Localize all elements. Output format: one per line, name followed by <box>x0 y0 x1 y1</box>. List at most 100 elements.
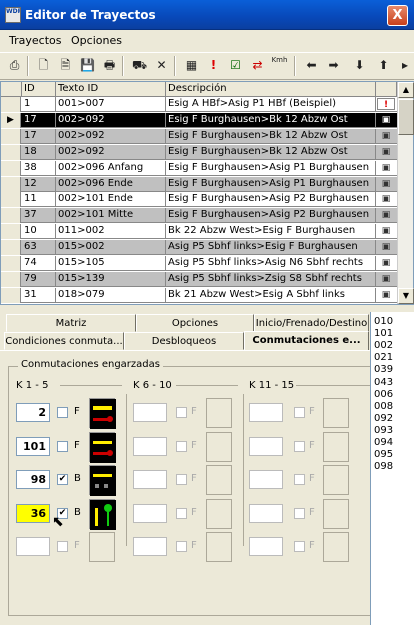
engarzada-checkbox[interactable] <box>57 541 68 552</box>
scroll-up-button[interactable]: ▲ <box>398 82 414 98</box>
engarzada-checkbox[interactable] <box>294 407 305 418</box>
table-row[interactable]: ▶ 17 002>092 Esig F Burghausen>Bk 12 Abzw O… <box>1 112 397 128</box>
route-number-field[interactable] <box>249 403 283 422</box>
scroll-down-button[interactable]: ▼ <box>398 288 414 304</box>
side-list-item[interactable]: 092 <box>374 413 393 425</box>
row-indicator[interactable] <box>1 97 21 112</box>
row-indicator[interactable] <box>1 271 21 287</box>
table-row[interactable]: 18 002>092 Esig F Burghausen>Bk 12 Abzw Os… <box>1 144 397 160</box>
tab-conmutaciones-engarzadas[interactable]: Conmutaciones e... <box>244 331 369 351</box>
menu-trayectos[interactable]: Trayectos <box>9 34 61 47</box>
table-scrollbar[interactable]: ▲ ▼ <box>397 82 414 304</box>
tab-opciones[interactable]: Opciones <box>136 314 254 332</box>
grid-icon[interactable]: ▦ <box>182 56 201 75</box>
table-row[interactable]: 37 002>101 Mitte Esig F Burghausen>Asig P2… <box>1 208 397 224</box>
tab-desbloqueos[interactable]: Desbloqueos <box>124 332 244 350</box>
side-list-item[interactable]: 021 <box>374 352 393 364</box>
scroll-thumb[interactable] <box>398 99 414 135</box>
header-id[interactable]: ID <box>22 82 56 97</box>
header-descripcion[interactable]: Descripción <box>166 82 376 97</box>
route-number-field[interactable] <box>16 537 50 556</box>
side-list-item[interactable]: 101 <box>374 328 393 340</box>
row-indicator[interactable] <box>1 192 21 208</box>
route-number-field[interactable] <box>249 470 283 489</box>
table-row[interactable]: 17 002>092 Esig F Burghausen>Bk 12 Abzw Os… <box>1 128 397 144</box>
menu-opciones[interactable]: Opciones <box>71 34 122 47</box>
route-number-field[interactable]: 36 <box>16 503 50 523</box>
route-icon[interactable]: ⛟ <box>130 56 149 75</box>
route-number-field[interactable] <box>133 537 167 556</box>
row-indicator[interactable] <box>1 144 21 160</box>
side-list-item[interactable]: 043 <box>374 377 393 389</box>
left-arrow-icon[interactable]: ⬅ <box>302 56 321 75</box>
route-number-field[interactable] <box>133 470 167 489</box>
save-icon[interactable]: 💾 <box>78 56 97 75</box>
route-number-field[interactable] <box>133 503 167 523</box>
table-row[interactable]: 31 018>079 Bk 21 Abzw West>Esig A Sbhf lin… <box>1 287 397 303</box>
row-indicator[interactable]: ▶ <box>1 112 21 128</box>
row-indicator[interactable] <box>1 256 21 271</box>
side-list-item[interactable]: 010 <box>374 316 393 328</box>
engarzada-checkbox[interactable] <box>57 440 68 452</box>
route-number-field[interactable] <box>249 436 283 456</box>
side-list-item[interactable]: 008 <box>374 401 393 413</box>
checklist-icon[interactable]: ☑ <box>226 56 245 75</box>
route-number-field[interactable] <box>249 503 283 523</box>
side-list-item[interactable]: 094 <box>374 437 393 449</box>
table-row[interactable]: 12 002>096 Ende Esig F Burghausen>Asig P1 … <box>1 176 397 192</box>
side-list-item[interactable]: 098 <box>374 461 393 473</box>
side-list-item[interactable]: 006 <box>374 389 393 401</box>
table-row[interactable]: 74 015>105 Asig P5 Sbhf links>Asig N6 Sbhf… <box>1 256 397 271</box>
engarzada-checkbox[interactable] <box>176 474 187 485</box>
alert-icon[interactable]: ! <box>204 56 223 75</box>
table-row[interactable]: 63 015>002 Asig P5 Sbhf links>Esig F Burgh… <box>1 240 397 256</box>
print-preview-icon[interactable]: ⎙ <box>5 56 24 75</box>
tab-condiciones-conmutacion[interactable]: Condiciones conmuta... <box>4 332 124 350</box>
down-arrow-icon[interactable]: ⬇ <box>350 56 369 75</box>
up-arrow-icon[interactable]: ⬆ <box>374 56 393 75</box>
side-list-item[interactable]: 039 <box>374 364 393 376</box>
close-button[interactable]: X <box>387 5 408 26</box>
table-row[interactable]: 10 011>002 Bk 22 Abzw West>Esig F Burghaus… <box>1 224 397 240</box>
route-number-field[interactable] <box>133 436 167 456</box>
row-indicator[interactable] <box>1 240 21 256</box>
tab-matriz[interactable]: Matriz <box>6 314 136 332</box>
side-list-item[interactable]: 095 <box>374 449 393 461</box>
side-list-item[interactable]: 093 <box>374 425 393 437</box>
table-row[interactable]: 79 015>139 Asig P5 Sbhf links>Zsig S8 Sbhf… <box>1 271 397 287</box>
delete-icon[interactable]: ✕ <box>152 56 171 75</box>
engarzada-checkbox[interactable] <box>294 440 305 452</box>
engarzada-checkbox[interactable] <box>57 407 68 418</box>
row-indicator[interactable] <box>1 160 21 176</box>
swap-icon[interactable]: ⇄ <box>248 56 267 75</box>
route-number-field[interactable] <box>249 537 283 556</box>
route-number-field[interactable]: 101 <box>16 436 50 456</box>
right-arrow-icon[interactable]: ➡ <box>324 56 343 75</box>
side-list-item[interactable]: 002 <box>374 340 393 352</box>
engarzada-checkbox[interactable] <box>176 407 187 418</box>
table-row[interactable]: 1 001>007 Esig A HBf>Asig P1 HBf (Beispiel… <box>1 97 397 112</box>
row-indicator[interactable] <box>1 176 21 192</box>
engarzada-checkbox[interactable] <box>294 541 305 552</box>
header-texto-id[interactable]: Texto ID <box>56 82 166 97</box>
routes-table[interactable]: ID Texto ID Descripción 1 001>007 Esig A H… <box>0 81 414 305</box>
row-indicator[interactable] <box>1 128 21 144</box>
engarzada-checkbox[interactable] <box>176 541 187 552</box>
route-number-field[interactable]: 2 <box>16 403 50 422</box>
open-document-icon[interactable]: 🗎 <box>56 56 75 75</box>
route-number-field[interactable]: 98 <box>16 470 50 489</box>
engarzada-checkbox[interactable] <box>176 440 187 452</box>
row-indicator[interactable] <box>1 287 21 303</box>
row-indicator[interactable] <box>1 208 21 224</box>
route-number-field[interactable] <box>133 403 167 422</box>
tab-inicio-frenado-destino[interactable]: Inicio/Frenado/Destino <box>254 314 369 332</box>
table-row[interactable]: 38 002>096 Anfang Esig F Burghausen>Asig P… <box>1 160 397 176</box>
overflow-icon[interactable]: ▸ <box>398 56 412 75</box>
engarzada-checkbox[interactable] <box>176 507 187 519</box>
engarzada-checkbox[interactable] <box>294 507 305 519</box>
table-row[interactable]: 11 002>101 Ende Esig F Burghausen>Asig P2 … <box>1 192 397 208</box>
engarzada-checkbox[interactable] <box>294 474 305 485</box>
printer-icon[interactable]: 🖶 <box>100 56 119 75</box>
row-indicator[interactable] <box>1 224 21 240</box>
kmh-icon[interactable]: Kmh <box>270 56 289 75</box>
